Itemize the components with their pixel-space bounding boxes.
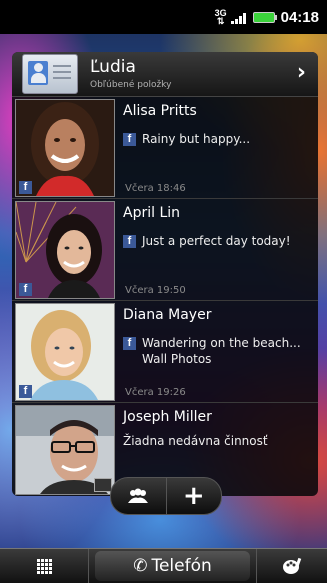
group-icon bbox=[128, 488, 149, 503]
add-contact-button[interactable]: + bbox=[165, 478, 222, 514]
chevron-right-icon[interactable]: › bbox=[297, 60, 306, 85]
app-grid-icon bbox=[36, 558, 52, 574]
network-3g-icon: 3G ⇅ bbox=[214, 8, 227, 26]
widget-title: Ľudia bbox=[90, 57, 136, 77]
contact-row-diana[interactable]: f Diana Mayer f Wandering on the beach...… bbox=[12, 301, 318, 403]
signal-icon bbox=[230, 10, 247, 24]
phone-button[interactable]: ✆ Telefón bbox=[95, 551, 250, 581]
facebook-icon: f bbox=[123, 133, 136, 146]
dock: ✆ Telefón bbox=[0, 548, 327, 583]
contact-name: Joseph Miller bbox=[123, 409, 212, 425]
contact-status: f Rainy but happy... bbox=[123, 131, 313, 147]
contact-name: Diana Mayer bbox=[123, 307, 212, 323]
battery-icon bbox=[252, 11, 277, 23]
facebook-icon: f bbox=[123, 235, 136, 248]
phone-label: Telefón bbox=[151, 556, 212, 576]
facebook-icon: f bbox=[19, 385, 32, 398]
contact-row-april[interactable]: f April Lin f Just a perfect day today! V… bbox=[12, 199, 318, 301]
contact-timestamp: Včera 18:46 bbox=[125, 183, 186, 194]
contact-name: Alisa Pritts bbox=[123, 103, 197, 119]
widget-subtitle: Obľúbené položky bbox=[90, 80, 172, 90]
phone-icon: ✆ bbox=[133, 556, 148, 576]
contact-photo: f bbox=[15, 99, 115, 197]
chat-icon bbox=[94, 478, 112, 492]
contact-timestamp: Včera 19:50 bbox=[125, 285, 186, 296]
facebook-icon: f bbox=[19, 181, 32, 194]
facebook-icon: f bbox=[19, 283, 32, 296]
contact-row-alisa[interactable]: f Alisa Pritts f Rainy but happy... Včera… bbox=[12, 97, 318, 199]
contact-status: f Just a perfect day today! bbox=[123, 233, 313, 249]
widget-header[interactable]: Ľudia Obľúbené položky › bbox=[12, 52, 318, 97]
contact-photo bbox=[15, 405, 115, 495]
all-apps-button[interactable] bbox=[0, 549, 89, 583]
personalize-icon bbox=[283, 557, 302, 574]
contact-timestamp: Včera 19:26 bbox=[125, 387, 186, 398]
personalize-button[interactable] bbox=[256, 549, 327, 583]
contact-card-icon bbox=[22, 54, 78, 94]
widget-buttons: + bbox=[110, 477, 222, 515]
people-widget: Ľudia Obľúbené položky › f Alisa Pritts … bbox=[12, 52, 318, 496]
contact-status: Žiadna nedávna činnosť bbox=[123, 434, 268, 448]
facebook-icon: f bbox=[123, 337, 136, 350]
contact-name: April Lin bbox=[123, 205, 181, 221]
plus-icon: + bbox=[182, 481, 205, 511]
contact-photo: f bbox=[15, 303, 115, 401]
groups-button[interactable] bbox=[111, 478, 166, 514]
contact-status: f Wandering on the beach... Wall Photos bbox=[123, 335, 314, 367]
status-bar: 3G ⇅ 04:18 bbox=[0, 0, 327, 34]
contact-photo: f bbox=[15, 201, 115, 299]
clock: 04:18 bbox=[280, 8, 319, 26]
